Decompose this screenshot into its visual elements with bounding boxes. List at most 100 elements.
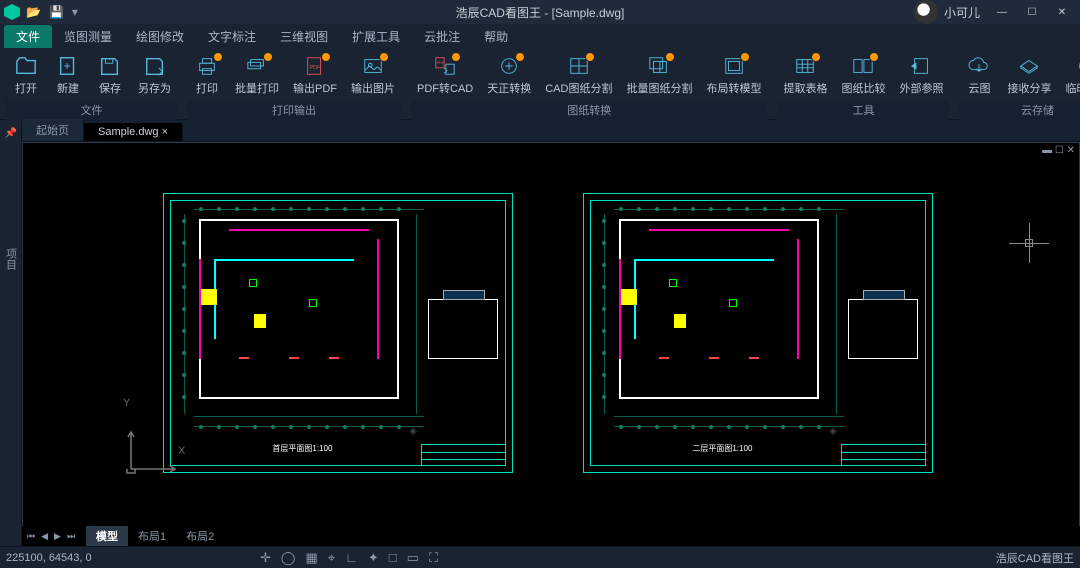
status-orbit-icon[interactable]: ◯	[281, 550, 296, 566]
ribbon-label: 图纸比较	[841, 80, 885, 96]
menu-7[interactable]: 帮助	[472, 25, 520, 48]
ribbon-label: 云图	[968, 80, 990, 96]
menu-2[interactable]: 绘图修改	[124, 25, 196, 48]
tianzheng-icon	[495, 54, 523, 78]
ribbon-pdf2cad-button[interactable]: PDFPDF转CAD	[411, 50, 479, 100]
doc-tab-1[interactable]: Sample.dwg ×	[84, 123, 183, 141]
plan-label-2: 二层平面图1:100	[688, 443, 756, 454]
saveas-icon	[141, 54, 169, 78]
layout-last-icon[interactable]: ⏭	[64, 531, 78, 542]
ribbon-label: CAD图纸分割	[545, 80, 612, 96]
vip-badge-icon	[321, 52, 331, 62]
doc-minimize-icon[interactable]: ▬ ☐ ✕	[1042, 145, 1075, 156]
menu-3[interactable]: 文字标注	[196, 25, 268, 48]
ribbon-layout2model-button[interactable]: 布局转模型	[700, 50, 767, 100]
ribbon-table-button[interactable]: 提取表格	[777, 50, 833, 100]
menu-1[interactable]: 览图测量	[52, 25, 124, 48]
sidebar-tab-project[interactable]: 项目	[0, 240, 22, 278]
ribbon-saveas-button[interactable]: 另存为	[132, 50, 177, 100]
new-icon	[54, 54, 82, 78]
svg-text:PDF: PDF	[310, 65, 322, 71]
ribbon-save-button[interactable]: 保存	[90, 50, 130, 100]
ribbon-compare-button[interactable]: 图纸比较	[835, 50, 891, 100]
title-block	[841, 444, 926, 466]
svg-text:PDF: PDF	[437, 61, 445, 65]
ribbon-group-label: 工具	[777, 100, 949, 120]
status-grid-icon[interactable]: ▦	[305, 550, 317, 566]
ribbon-label: 打开	[15, 80, 37, 96]
schedule-table	[848, 299, 918, 359]
layout-first-icon[interactable]: ⏮	[24, 531, 38, 542]
ribbon-open-button[interactable]: 打开	[6, 50, 46, 100]
user-area[interactable]: 小可儿	[914, 0, 980, 24]
ribbon-new-button[interactable]: 新建	[48, 50, 88, 100]
vip-badge-icon	[585, 52, 595, 62]
ribbon-group-label: 文件	[6, 100, 177, 120]
app-logo-icon	[4, 4, 20, 20]
ribbon-label: 打印	[196, 80, 218, 96]
layout-tab-1[interactable]: 布局1	[128, 526, 176, 546]
crosshair-cursor-icon	[1009, 223, 1049, 263]
compare-icon	[849, 54, 877, 78]
ribbon-tempshare-button[interactable]: 临时分享	[1059, 50, 1080, 100]
pdf2cad-icon: PDF	[431, 54, 459, 78]
layout-tab-2[interactable]: 布局2	[176, 526, 224, 546]
pin-icon[interactable]: 📌	[5, 128, 17, 140]
ribbon-split-button[interactable]: CAD图纸分割	[539, 50, 618, 100]
ribbon-receive-button[interactable]: 接收分享	[1001, 50, 1057, 100]
qat-save-icon[interactable]: 💾	[49, 5, 64, 19]
status-select-icon[interactable]: ▭	[407, 550, 419, 566]
layout-prev-icon[interactable]: ◀	[38, 531, 51, 542]
maximize-button[interactable]: ☐	[1018, 2, 1046, 22]
print-icon	[193, 54, 221, 78]
ribbon-tianzheng-button[interactable]: 天正转换	[481, 50, 537, 100]
menu-4[interactable]: 三维视图	[268, 25, 340, 48]
ribbon-print-button[interactable]: 打印	[187, 50, 227, 100]
ribbon-xref-button[interactable]: 外部参照	[893, 50, 949, 100]
layout-tab-0[interactable]: 模型	[86, 526, 128, 546]
ribbon-imgout-button[interactable]: 输出图片	[345, 50, 401, 100]
ribbon-label: 外部参照	[899, 80, 943, 96]
close-button[interactable]: ✕	[1048, 2, 1076, 22]
ribbon-batchprint-button[interactable]: 批量打印	[229, 50, 285, 100]
menu-6[interactable]: 云批注	[412, 25, 472, 48]
tempshare-icon	[1073, 54, 1080, 78]
layout-nav: ⏮ ◀ ▶ ⏭	[24, 531, 78, 542]
cloud-icon	[965, 54, 993, 78]
user-avatar-icon[interactable]	[914, 0, 938, 24]
canvas-area[interactable]: ▬ ☐ ✕	[22, 142, 1080, 546]
doc-tab-0[interactable]: 起始页	[22, 119, 84, 141]
menu-0[interactable]: 文件	[4, 25, 52, 48]
status-toggles: ✛ ◯ ▦ ⌖ ∟ ✦ □ ▭ ⛶	[260, 550, 438, 566]
status-polar-icon[interactable]: ✦	[368, 550, 379, 566]
layout-next-icon[interactable]: ▶	[51, 531, 64, 542]
ribbon-batchsplit-button[interactable]: 批量图纸分割	[620, 50, 698, 100]
ribbon-label: 输出PDF	[293, 80, 337, 96]
menu-5[interactable]: 扩展工具	[340, 25, 412, 48]
qat-open-icon[interactable]: 📂	[26, 5, 41, 19]
sidebar: 📌 项目	[0, 120, 22, 546]
minimize-button[interactable]: —	[988, 2, 1016, 22]
layout-tabs: ⏮ ◀ ▶ ⏭ 模型布局1布局2	[22, 526, 1080, 546]
ucs-x-label: X	[178, 445, 185, 457]
status-osnap-icon[interactable]: □	[389, 550, 397, 565]
vip-badge-icon	[740, 52, 750, 62]
status-snap-icon[interactable]: ⌖	[328, 550, 335, 566]
vip-badge-icon	[263, 52, 273, 62]
imgout-icon	[359, 54, 387, 78]
drawing-sheet-1[interactable]: 首层平面图1:100 ◈	[163, 193, 513, 473]
status-fullscreen-icon[interactable]: ⛶	[429, 550, 438, 566]
drawing-canvas[interactable]: 首层平面图1:100 ◈	[23, 143, 1079, 545]
status-cursor-icon[interactable]: ✛	[260, 550, 271, 566]
ribbon-label: 新建	[57, 80, 79, 96]
ribbon-pdfout-button[interactable]: PDF 输出PDF	[287, 50, 343, 100]
ribbon-group-label: 云存储	[959, 100, 1080, 120]
ribbon-label: 天正转换	[487, 80, 531, 96]
ribbon-cloud-button[interactable]: 云图	[959, 50, 999, 100]
drawing-sheet-2[interactable]: 二层平面图1:100 ◈	[583, 193, 933, 473]
status-ortho-icon[interactable]: ∟	[345, 550, 358, 565]
ribbon-label: 提取表格	[783, 80, 827, 96]
vip-badge-icon	[451, 52, 461, 62]
qat-dropdown-icon[interactable]: ▾	[72, 5, 78, 19]
schedule-table	[428, 299, 498, 359]
